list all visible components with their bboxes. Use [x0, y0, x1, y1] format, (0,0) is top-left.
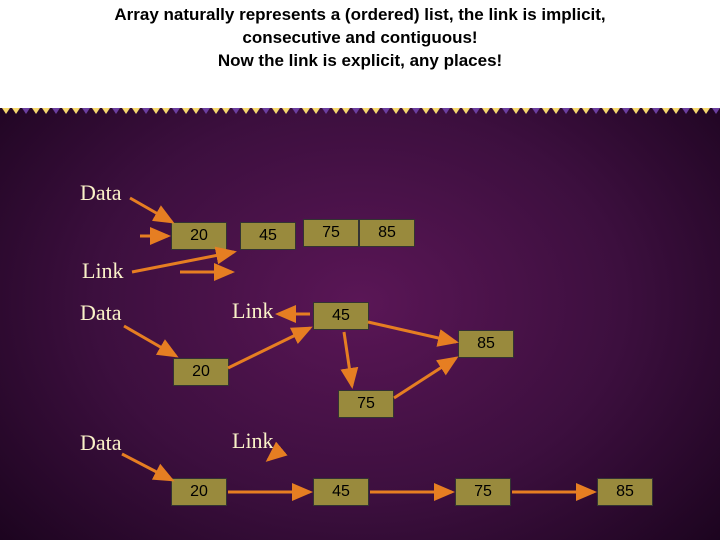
divider-triangles — [0, 108, 720, 120]
title-line-2: consecutive and contiguous! — [0, 27, 720, 50]
row1-cell-45: 45 — [240, 222, 296, 250]
row3-cell-45: 45 — [313, 478, 369, 506]
title-line-1: Array naturally represents a (ordered) l… — [0, 4, 720, 27]
label-data-3: Data — [80, 430, 122, 456]
label-link-3: Link — [232, 428, 274, 454]
row3-cell-20: 20 — [171, 478, 227, 506]
label-data-2: Data — [80, 300, 122, 326]
label-data-1: Data — [80, 180, 122, 206]
label-link-2: Link — [232, 298, 274, 324]
label-link-1: Link — [82, 258, 124, 284]
row1-cell-20: 20 — [171, 222, 227, 250]
slide: Array naturally represents a (ordered) l… — [0, 0, 720, 540]
row2-cell-45: 45 — [313, 302, 369, 330]
row2-cell-85: 85 — [458, 330, 514, 358]
slide-title: Array naturally represents a (ordered) l… — [0, 4, 720, 73]
row3-cell-85: 85 — [597, 478, 653, 506]
row1-cell-75: 75 — [303, 219, 359, 247]
row2-cell-75: 75 — [338, 390, 394, 418]
row3-cell-75: 75 — [455, 478, 511, 506]
title-line-3: Now the link is explicit, any places! — [0, 50, 720, 73]
row1-cell-85: 85 — [359, 219, 415, 247]
row2-cell-20: 20 — [173, 358, 229, 386]
